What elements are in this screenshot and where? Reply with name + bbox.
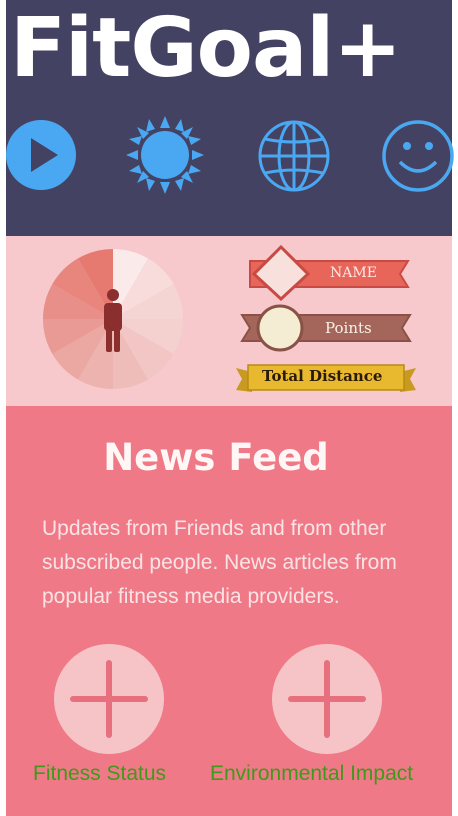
news-feed-title: News Feed [103,436,329,479]
news-feed-panel: News Feed Updates from Friends and from … [6,406,452,816]
globe-icon[interactable] [256,118,332,194]
app-title: FitGoal+ [10,1,402,96]
avatar[interactable] [42,248,184,390]
sun-icon[interactable] [124,114,206,196]
smiley-icon[interactable] [380,118,456,194]
fitness-status-button[interactable] [54,644,164,754]
environmental-impact-button[interactable] [272,644,382,754]
fitness-status-label[interactable]: Fitness Status [33,762,166,786]
total-distance-label: Total Distance [262,367,383,385]
plus-icon [324,660,330,738]
name-label: NAME [330,265,377,281]
name-badge [249,245,410,301]
play-icon[interactable] [4,118,78,192]
points-label: Points [325,319,372,337]
environmental-impact-label[interactable]: Environmental Impact [210,762,413,786]
plus-icon [106,660,112,738]
news-feed-description: Updates from Friends and from other subs… [42,517,397,608]
